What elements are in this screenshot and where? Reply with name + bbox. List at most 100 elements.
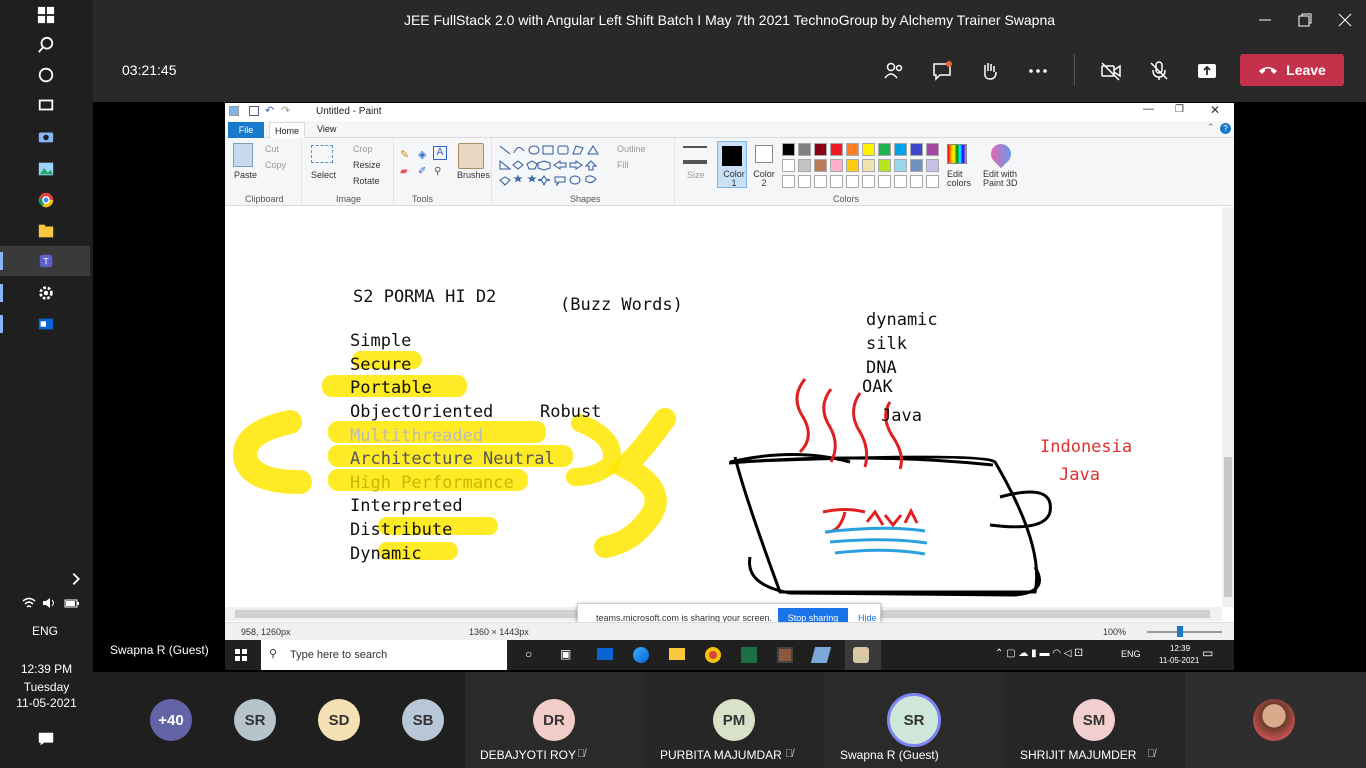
color-swatch-empty[interactable] (910, 175, 923, 188)
settings-icon[interactable] (34, 281, 58, 305)
share-screen-icon[interactable] (1192, 56, 1222, 86)
inner-lang[interactable]: ENG (1121, 649, 1141, 659)
inner-edge-icon[interactable] (633, 647, 649, 663)
paint3d-icon[interactable] (986, 139, 1016, 169)
edit-paint3d-button[interactable]: Edit with Paint 3D (983, 170, 1023, 188)
color-swatch[interactable] (910, 159, 923, 172)
chat-icon[interactable] (927, 56, 957, 86)
mic-off-icon[interactable] (1144, 56, 1174, 86)
photos-icon[interactable] (34, 157, 58, 181)
participants-icon[interactable] (879, 56, 909, 86)
color-swatch[interactable] (910, 143, 923, 156)
minimize-icon[interactable] (1253, 8, 1277, 32)
color-swatch[interactable] (862, 143, 875, 156)
color-swatch-empty[interactable] (782, 175, 795, 188)
color-swatch[interactable] (878, 159, 891, 172)
drawing-canvas[interactable]: S2 PORMA HI D2 (Buzz Words) OAK Simple S… (225, 207, 1222, 607)
color-swatch[interactable] (814, 159, 827, 172)
color-picker-icon[interactable]: ✐ (418, 166, 426, 177)
leave-button[interactable]: Leave (1240, 54, 1344, 86)
paint-maximize-icon[interactable]: ❐ (1175, 104, 1184, 115)
search-icon[interactable] (34, 33, 58, 57)
language-indicator[interactable]: ENG (0, 624, 90, 638)
shapes-gallery[interactable] (498, 143, 608, 189)
size-button[interactable]: Size (687, 170, 705, 180)
edit-colors-icon[interactable] (947, 144, 967, 164)
size-icon[interactable] (683, 146, 707, 164)
close-icon[interactable] (1333, 8, 1357, 32)
color-swatch[interactable] (894, 159, 907, 172)
color-swatch-empty[interactable] (830, 175, 843, 188)
inner-excel-icon[interactable] (741, 647, 757, 663)
paste-button[interactable]: Paste (234, 170, 257, 180)
paste-icon[interactable] (233, 143, 253, 167)
cortana-icon[interactable] (34, 63, 58, 87)
help-icon[interactable]: ? (1220, 123, 1231, 134)
task-view-icon[interactable] (34, 93, 58, 117)
brushes-icon[interactable] (458, 143, 484, 169)
participant-tile[interactable]: SM SHRIJIT MAJUMDER 🎙̸ (1005, 672, 1185, 768)
restore-icon[interactable] (1293, 8, 1317, 32)
outline-button[interactable]: Outline (617, 144, 646, 154)
more-participants-badge[interactable]: +40 (150, 699, 192, 741)
chrome-icon[interactable] (34, 188, 58, 212)
color-swatch-empty[interactable] (926, 175, 939, 188)
color-swatch[interactable] (846, 159, 859, 172)
crop-button[interactable]: Crop (353, 144, 373, 154)
eraser-icon[interactable]: ▰ (400, 166, 408, 177)
color-swatch-empty[interactable] (798, 175, 811, 188)
color-swatch[interactable] (798, 143, 811, 156)
color-swatch-empty[interactable] (894, 175, 907, 188)
copy-button[interactable]: Copy (265, 160, 286, 170)
fill-button[interactable]: Fill (617, 160, 629, 170)
color-swatch[interactable] (782, 159, 795, 172)
fill-bucket-icon[interactable]: ◈ (418, 148, 426, 161)
notification-icon[interactable] (34, 727, 58, 751)
color-swatch[interactable] (894, 143, 907, 156)
brushes-button[interactable]: Brushes (457, 170, 490, 180)
chevron-right-icon[interactable] (64, 567, 88, 591)
color-swatch[interactable] (830, 143, 843, 156)
inner-chrome-icon[interactable] (705, 647, 721, 663)
redo-icon[interactable]: ↷ (281, 104, 290, 117)
color-swatch-empty[interactable] (862, 175, 875, 188)
color-swatch[interactable] (846, 143, 859, 156)
ribbon-collapse-icon[interactable]: ⌃ (1207, 122, 1215, 133)
inner-notification-icon[interactable]: ▭ (1202, 646, 1213, 660)
cut-button[interactable]: Cut (265, 144, 279, 154)
vertical-scrollbar[interactable] (1222, 207, 1234, 607)
color-swatch[interactable] (926, 159, 939, 172)
inner-taskview-icon[interactable]: ▣ (560, 647, 571, 661)
teams-icon[interactable]: T (34, 249, 58, 273)
participant-tile[interactable]: SR Swapna R (Guest) (825, 672, 1005, 768)
edit-colors-button[interactable]: Edit colors (947, 170, 973, 188)
raise-hand-icon[interactable] (975, 56, 1005, 86)
select-button[interactable]: Select (311, 170, 336, 180)
color-swatch-empty[interactable] (846, 175, 859, 188)
participant-tile[interactable]: PM PURBITA MAJUMDAR 🎙̸ (645, 672, 825, 768)
file-explorer-icon[interactable] (34, 219, 58, 243)
inner-mail-icon[interactable] (597, 648, 613, 660)
color-swatch[interactable] (862, 159, 875, 172)
inner-app-icon[interactable] (777, 647, 793, 663)
tab-home[interactable]: Home (269, 122, 305, 138)
camera-app-icon[interactable] (34, 125, 58, 149)
paint-close-icon[interactable]: ✕ (1210, 103, 1220, 117)
color-swatch[interactable] (926, 143, 939, 156)
start-icon[interactable] (34, 3, 58, 27)
avatar-small-sd[interactable]: SD (318, 699, 360, 741)
inner-search-box[interactable]: ⚲ Type here to search (261, 640, 507, 670)
clock-time[interactable]: 12:39 PM (0, 662, 93, 676)
color-swatch[interactable] (798, 159, 811, 172)
pencil-icon[interactable]: ✎ (400, 148, 409, 161)
inner-cortana-icon[interactable]: ○ (525, 647, 532, 661)
color2-box[interactable] (755, 145, 773, 163)
tab-view[interactable]: View (317, 124, 336, 134)
save-icon[interactable] (249, 106, 259, 116)
avatar-small-sb[interactable]: SB (402, 699, 444, 741)
camera-off-icon[interactable] (1096, 56, 1126, 86)
inner-tray-icons[interactable]: ⌃ ▢ ☁ ▮ ▬ ◠ ◁ ⚀ (995, 648, 1083, 659)
avatar-small-sr[interactable]: SR (234, 699, 276, 741)
color-swatch-empty[interactable] (878, 175, 891, 188)
color-swatch[interactable] (814, 143, 827, 156)
